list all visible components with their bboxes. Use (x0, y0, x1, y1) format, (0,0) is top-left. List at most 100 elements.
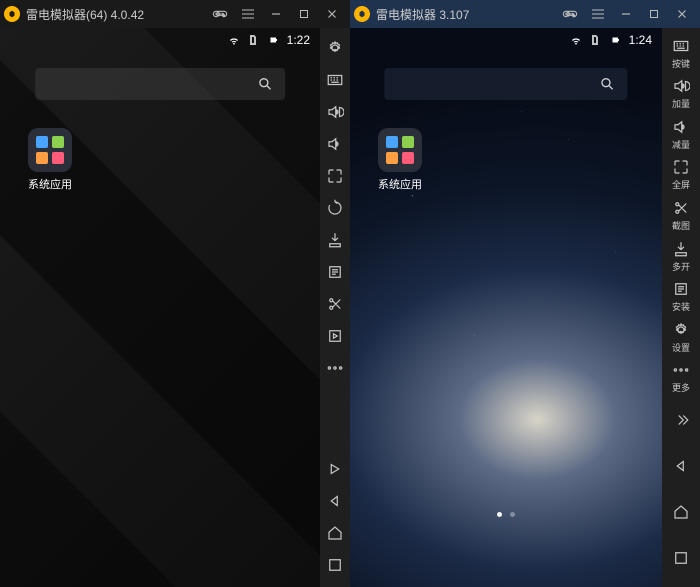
menu-icon[interactable] (584, 0, 612, 28)
sidebar-right: 按键加量减量全屏截图多开安装设置更多 (662, 28, 700, 587)
collapse-icon (672, 411, 690, 429)
close-button[interactable] (318, 0, 346, 28)
home-icon (326, 524, 344, 542)
play-icon (326, 327, 344, 345)
back-icon (672, 457, 690, 475)
sidebar-install-button[interactable] (321, 226, 349, 254)
search-icon (257, 76, 273, 92)
app-system-apps[interactable]: 系统应用 (22, 128, 78, 192)
maximize-button[interactable] (290, 0, 318, 28)
gamepad-icon[interactable] (206, 0, 234, 28)
app-logo-icon (354, 6, 370, 22)
sidebar-back-button[interactable] (321, 487, 349, 515)
sidebar-home-button[interactable] (321, 519, 349, 547)
window-title: 雷电模拟器 3.107 (376, 6, 556, 23)
fullscreen-icon (326, 167, 344, 185)
sidebar-label: 减量 (672, 138, 690, 151)
sidebar-fullscreen-button[interactable] (321, 162, 349, 190)
wallpaper (0, 28, 320, 587)
more-icon (672, 361, 690, 379)
keyboard-icon (326, 71, 344, 89)
settings-icon (672, 321, 690, 339)
more-icon (326, 359, 344, 377)
search-input[interactable] (35, 68, 285, 100)
minimize-button[interactable] (262, 0, 290, 28)
sidebar-label: 多开 (672, 260, 690, 273)
sidebar-volume-down-button[interactable]: 减量 (664, 115, 698, 154)
sidebar-more-button[interactable]: 更多 (664, 359, 698, 398)
minimize-button[interactable] (612, 0, 640, 28)
sidebar-cut-button[interactable] (321, 290, 349, 318)
sidebar-volume-up-button[interactable]: 加量 (664, 75, 698, 114)
sidebar-label: 全屏 (672, 178, 690, 191)
sidebar-label: 加量 (672, 97, 690, 110)
maximize-button[interactable] (640, 0, 668, 28)
back-icon (326, 492, 344, 510)
android-screen[interactable]: 1:24 系统应用 (350, 28, 662, 587)
status-bar: 1:24 (350, 28, 662, 52)
sidebar-cut-button[interactable]: 截图 (664, 196, 698, 235)
gamepad-icon[interactable] (556, 0, 584, 28)
menu-icon[interactable] (234, 0, 262, 28)
sidebar-play-button[interactable] (321, 322, 349, 350)
sim-icon (589, 34, 601, 46)
volume-up-icon (326, 103, 344, 121)
app-label: 系统应用 (372, 176, 428, 192)
home-icon (672, 503, 690, 521)
install-icon (672, 240, 690, 258)
clock-text: 1:24 (629, 33, 652, 47)
keyboard-icon (672, 37, 690, 55)
sidebar-install-button[interactable]: 多开 (664, 237, 698, 276)
sidebar-left (320, 28, 350, 587)
app-system-apps[interactable]: 系统应用 (372, 128, 428, 192)
app-label: 系统应用 (22, 176, 78, 192)
wallpaper (350, 28, 662, 587)
search-icon (600, 76, 616, 92)
close-button[interactable] (668, 0, 696, 28)
app-folder-icon (378, 128, 422, 172)
triangle-icon (326, 460, 344, 478)
sidebar-keyboard-button[interactable]: 按键 (664, 34, 698, 73)
clock-text: 1:22 (287, 33, 310, 47)
sidebar-label: 按键 (672, 57, 690, 70)
sidebar-settings-button[interactable]: 设置 (664, 318, 698, 357)
settings-icon (326, 39, 344, 57)
install-icon (326, 231, 344, 249)
sidebar-triangle-button[interactable] (321, 455, 349, 483)
sim-icon (247, 34, 259, 46)
rotate-icon (326, 199, 344, 217)
sidebar-collapse-button[interactable] (664, 399, 698, 441)
cut-icon (326, 295, 344, 313)
sidebar-recent-button[interactable] (321, 551, 349, 579)
sidebar-fullscreen-button[interactable]: 全屏 (664, 156, 698, 195)
battery-icon (607, 34, 623, 46)
window-title: 雷电模拟器(64) 4.0.42 (26, 6, 206, 23)
volume-down-icon (326, 135, 344, 153)
apk-icon (326, 263, 344, 281)
wifi-icon (227, 33, 241, 47)
sidebar-settings-button[interactable] (321, 34, 349, 62)
sidebar-rotate-button[interactable] (321, 194, 349, 222)
sidebar-more-button[interactable] (321, 354, 349, 382)
wifi-icon (569, 33, 583, 47)
sidebar-volume-down-button[interactable] (321, 130, 349, 158)
sidebar-volume-up-button[interactable] (321, 98, 349, 126)
titlebar-right: 雷电模拟器 3.107 (350, 0, 700, 28)
volume-up-icon (672, 77, 690, 95)
titlebar-left: 雷电模拟器(64) 4.0.42 (0, 0, 350, 28)
sidebar-label: 设置 (672, 341, 690, 354)
battery-icon (265, 34, 281, 46)
sidebar-label: 安装 (672, 300, 690, 313)
sidebar-recent-button[interactable] (664, 537, 698, 579)
cut-icon (672, 199, 690, 217)
sidebar-apk-button[interactable] (321, 258, 349, 286)
search-input[interactable] (384, 68, 627, 100)
android-screen[interactable]: 1:22 系统应用 (0, 28, 320, 587)
sidebar-apk-button[interactable]: 安装 (664, 277, 698, 316)
sidebar-home-button[interactable] (664, 491, 698, 533)
sidebar-keyboard-button[interactable] (321, 66, 349, 94)
fullscreen-icon (672, 158, 690, 176)
sidebar-label: 更多 (672, 381, 690, 394)
page-indicator (497, 512, 515, 517)
sidebar-back-button[interactable] (664, 445, 698, 487)
